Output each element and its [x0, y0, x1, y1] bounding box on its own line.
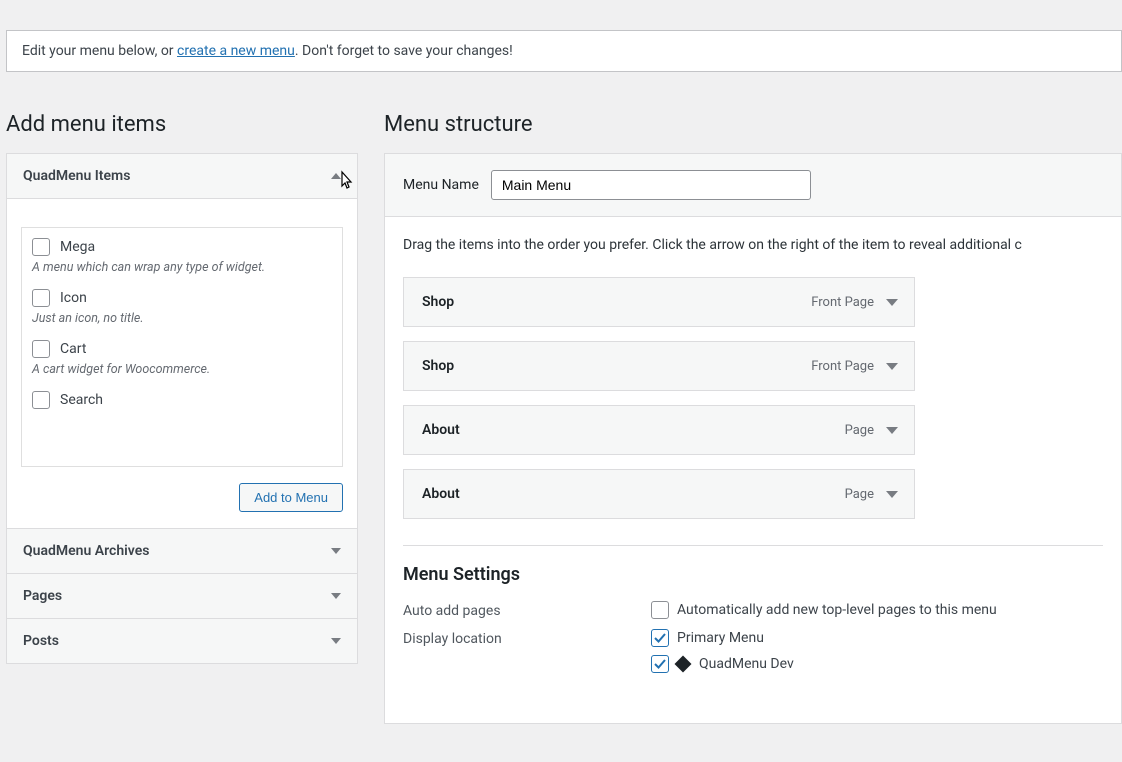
checkbox-cart[interactable]: [32, 340, 50, 358]
chevron-down-icon[interactable]: [886, 299, 898, 306]
notice-prefix: Edit your menu below, or: [22, 43, 177, 59]
chevron-down-icon: [331, 548, 341, 554]
menu-item-label: About: [422, 422, 460, 438]
menu-item-label: Shop: [422, 358, 454, 374]
chevron-down-icon: [331, 638, 341, 644]
menu-item-type: Front Page: [811, 295, 874, 310]
check-icon: [654, 658, 666, 670]
item-desc: A menu which can wrap any type of widget…: [32, 260, 332, 275]
add-items-heading: Add menu items: [6, 112, 358, 137]
drag-hint: Drag the items into the order you prefer…: [403, 237, 1103, 253]
menu-item-type: Front Page: [811, 359, 874, 374]
checkbox-auto-add[interactable]: [651, 601, 669, 619]
menu-item[interactable]: About Page: [403, 469, 915, 519]
panel-quadmenu-items: QuadMenu Items Mega A menu which can wra…: [7, 154, 357, 529]
menu-structure-column: Menu structure Menu Name Drag the items …: [384, 112, 1122, 724]
auto-add-label: Auto add pages: [403, 601, 651, 619]
panel-quadmenu-archives: QuadMenu Archives: [7, 529, 357, 574]
check-icon: [654, 632, 666, 644]
panel-posts: Posts: [7, 619, 357, 663]
panel-posts-header[interactable]: Posts: [7, 619, 357, 663]
menu-item[interactable]: Shop Front Page: [403, 277, 915, 327]
notice-suffix: . Don't forget to save your changes!: [295, 43, 513, 59]
chevron-down-icon: [331, 593, 341, 599]
add-items-column: Add menu items QuadMenu Items Mega A: [6, 112, 358, 724]
quadmenu-dev-label: QuadMenu Dev: [699, 656, 794, 672]
structure-panel-body: Drag the items into the order you prefer…: [385, 217, 1121, 723]
item-label: Search: [60, 392, 103, 408]
item-label: Icon: [60, 290, 87, 306]
item-label: Mega: [60, 239, 95, 255]
create-menu-link[interactable]: create a new menu: [177, 43, 295, 59]
menu-name-label: Menu Name: [403, 177, 479, 193]
accordion: QuadMenu Items Mega A menu which can wra…: [6, 153, 358, 664]
menu-item[interactable]: Shop Front Page: [403, 341, 915, 391]
chevron-down-icon[interactable]: [886, 427, 898, 434]
panel-pages: Pages: [7, 574, 357, 619]
item-desc: Just an icon, no title.: [32, 311, 332, 326]
item-label: Cart: [60, 341, 86, 357]
item-desc: A cart widget for Woocommerce.: [32, 362, 332, 377]
menu-item-label: Shop: [422, 294, 454, 310]
chevron-down-icon[interactable]: [886, 491, 898, 498]
checkbox-quadmenu-dev[interactable]: [651, 655, 669, 673]
checkbox-search[interactable]: [32, 391, 50, 409]
panel-title: QuadMenu Archives: [23, 543, 149, 559]
setting-auto-add: Auto add pages Automatically add new top…: [403, 601, 1103, 619]
primary-menu-label: Primary Menu: [677, 630, 764, 646]
structure-panel-header: Menu Name: [385, 154, 1121, 217]
setting-display-location: Display location Primary Menu: [403, 629, 1103, 673]
structure-panel: Menu Name Drag the items into the order …: [384, 153, 1122, 724]
panel-pages-header[interactable]: Pages: [7, 574, 357, 618]
quadmenu-icon: [675, 656, 692, 673]
list-item: Mega A menu which can wrap any type of w…: [32, 238, 332, 275]
list-item: Icon Just an icon, no title.: [32, 289, 332, 326]
menu-settings-heading: Menu Settings: [403, 564, 1103, 585]
checkbox-icon[interactable]: [32, 289, 50, 307]
quadmenu-items-list[interactable]: Mega A menu which can wrap any type of w…: [21, 227, 343, 467]
list-item: Search: [32, 391, 332, 409]
panel-title: Posts: [23, 633, 59, 649]
chevron-down-icon[interactable]: [886, 363, 898, 370]
display-location-label: Display location: [403, 629, 651, 673]
chevron-up-icon: [331, 173, 341, 179]
panel-quadmenu-items-header[interactable]: QuadMenu Items: [7, 154, 357, 199]
list-item: Cart A cart widget for Woocommerce.: [32, 340, 332, 377]
panel-title: Pages: [23, 588, 62, 604]
menu-structure-heading: Menu structure: [384, 112, 1122, 137]
edit-notice: Edit your menu below, or create a new me…: [6, 30, 1122, 72]
menu-item-type: Page: [845, 487, 874, 502]
add-to-menu-button[interactable]: Add to Menu: [239, 483, 343, 512]
menu-item[interactable]: About Page: [403, 405, 915, 455]
panel-title: QuadMenu Items: [23, 168, 130, 184]
divider: [403, 545, 1103, 546]
menu-item-label: About: [422, 486, 460, 502]
panel-quadmenu-archives-header[interactable]: QuadMenu Archives: [7, 529, 357, 573]
auto-add-option: Automatically add new top-level pages to…: [677, 602, 997, 618]
checkbox-primary-menu[interactable]: [651, 629, 669, 647]
checkbox-mega[interactable]: [32, 238, 50, 256]
panel-quadmenu-items-body: Mega A menu which can wrap any type of w…: [7, 199, 357, 528]
menu-name-input[interactable]: [491, 170, 811, 200]
menu-item-type: Page: [845, 423, 874, 438]
